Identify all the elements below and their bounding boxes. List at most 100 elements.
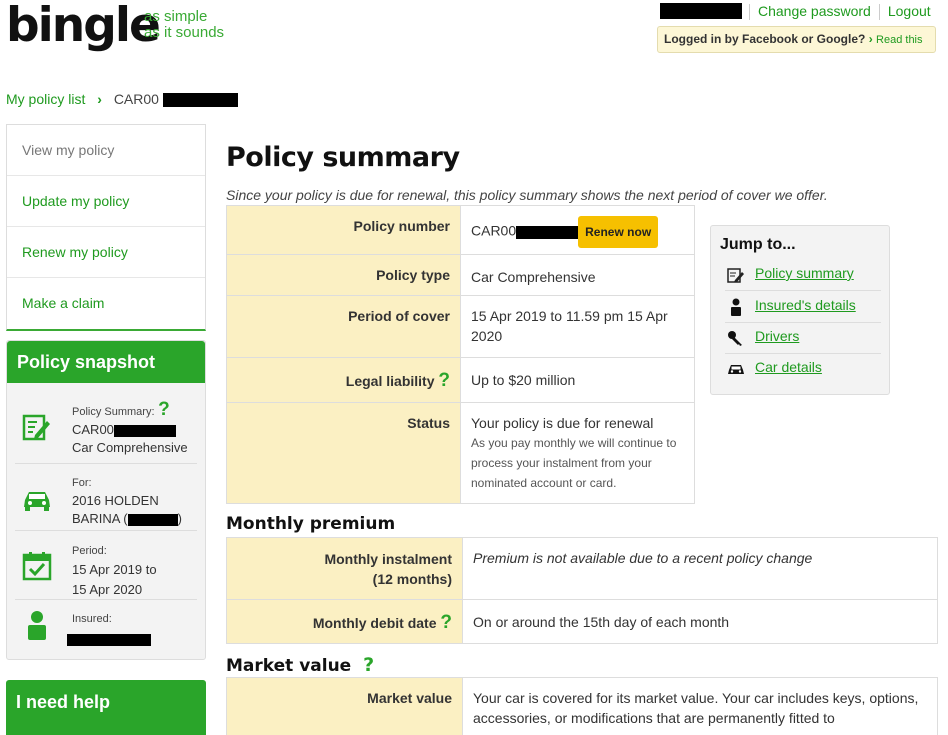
table-row: Legal liability ? Up to $20 million <box>226 357 695 403</box>
policy-nav: View my policy Update my policy Renew my… <box>6 124 206 331</box>
nav-update-policy[interactable]: Update my policy <box>7 176 205 227</box>
chevron-right-icon: › <box>868 32 873 46</box>
tagline-line-2: as it sounds <box>144 24 225 41</box>
table-row: Policy type Car Comprehensive <box>226 254 695 296</box>
person-icon <box>731 298 741 316</box>
jump-policy-summary-link[interactable]: Policy summary <box>755 265 854 281</box>
renewal-intro: Since your policy is due for renewal, th… <box>226 187 828 203</box>
key-icon <box>728 331 742 346</box>
help-icon[interactable]: ? <box>440 612 452 633</box>
snapshot-period-line1: 15 Apr 2019 to <box>72 562 157 577</box>
policy-number-cell: CAR00 Renew now <box>460 205 695 255</box>
snapshot-vehicle-close: ) <box>177 511 182 526</box>
table-row: Period of cover 15 Apr 2019 to 11.59 pm … <box>226 295 695 358</box>
market-value-table: Market value Your car is covered for its… <box>226 677 938 735</box>
breadcrumb-policy-list[interactable]: My policy list <box>6 91 85 107</box>
snapshot-policy-type: Car Comprehensive <box>72 440 188 455</box>
social-login-text: Logged in by Facebook or Google? <box>664 32 866 46</box>
liability-value: Up to $20 million <box>460 357 695 403</box>
redaction-bar <box>67 633 151 646</box>
change-password-link[interactable]: Change password <box>758 3 871 19</box>
snapshot-period: Period: 15 Apr 2019 to 15 Apr 2020 <box>15 532 197 600</box>
tagline-line-1: as simple <box>144 8 208 25</box>
monthly-premium-table: Monthly instalment (12 months) Premium i… <box>226 537 938 644</box>
edit-icon <box>22 414 50 441</box>
instalment-value: Premium is not available due to a recent… <box>462 537 938 600</box>
liability-label: Legal liability <box>345 373 435 389</box>
table-row: Monthly debit date ? On or around the 15… <box>226 599 938 644</box>
debit-value: On or around the 15th day of each month <box>462 599 938 644</box>
snapshot-policy-number: CAR00 <box>72 422 114 437</box>
snapshot-summary: Policy Summary: ? CAR00 Car Comprehensiv… <box>15 391 197 464</box>
nav-view-policy[interactable]: View my policy <box>7 125 205 176</box>
liability-label-cell: Legal liability ? <box>226 357 461 403</box>
car-icon <box>24 492 50 511</box>
snapshot-vehicle-line2: BARINA ( <box>72 511 128 526</box>
help-icon[interactable]: ? <box>438 370 450 391</box>
snapshot-vehicle: For: 2016 HOLDEN BARINA () <box>15 465 197 531</box>
market-value-text: Your car is covered for its market value… <box>462 677 938 735</box>
breadcrumb-current: CAR00 <box>113 91 159 107</box>
logout-link[interactable]: Logout <box>888 3 931 19</box>
jump-link-row: Drivers <box>725 323 881 354</box>
instalment-label-months: (12 months) <box>372 571 452 587</box>
breadcrumb: My policy list › CAR00 <box>6 91 238 108</box>
policy-summary-table: Policy number CAR00 Renew now Policy type… <box>226 205 695 504</box>
snapshot-summary-label: Policy Summary: <box>72 406 155 418</box>
bingle-logo[interactable]: bingle <box>6 0 161 52</box>
jump-link-row: Car details <box>725 354 881 385</box>
policy-number-label: Policy number <box>226 205 461 255</box>
monthly-premium-heading: Monthly premium <box>226 514 396 534</box>
person-icon <box>28 611 46 640</box>
policy-type-value: Car Comprehensive <box>460 254 695 296</box>
status-label: Status <box>226 402 461 504</box>
edit-icon <box>727 268 744 283</box>
tagline: as simple as it sounds <box>144 9 224 41</box>
page-title: Policy summary <box>226 142 460 173</box>
debit-label: Monthly debit date <box>312 615 437 631</box>
instalment-label-cell: Monthly instalment (12 months) <box>226 537 463 600</box>
status-cell: Your policy is due for renewal As you pa… <box>460 402 695 504</box>
snapshot-period-label: Period: <box>72 545 107 557</box>
read-this-link[interactable]: Read this <box>876 34 922 46</box>
redaction-bar <box>516 225 579 239</box>
redaction-bar <box>162 93 238 108</box>
top-links: Change password Logout <box>749 3 931 21</box>
jump-car-details-link[interactable]: Car details <box>755 359 822 375</box>
chevron-right-icon: › <box>97 91 102 107</box>
snapshot-period-line2: 15 Apr 2020 <box>72 582 143 597</box>
jump-drivers-link[interactable]: Drivers <box>755 328 799 344</box>
table-row: Status Your policy is due for renewal As… <box>226 402 695 504</box>
policy-snapshot-panel: Policy snapshot Policy Summary: ? CAR00 … <box>6 340 206 660</box>
redaction-bar <box>113 424 176 437</box>
need-help-panel[interactable]: I need help <box>6 680 206 735</box>
market-value-label: Market value <box>226 677 463 735</box>
renew-now-button[interactable]: Renew now <box>578 216 659 248</box>
social-login-notice: Logged in by Facebook or Google? › Read … <box>657 26 936 53</box>
calendar-icon <box>22 552 52 581</box>
snapshot-insured: Insured: <box>15 601 197 651</box>
jump-insured-details-link[interactable]: Insured's details <box>755 297 856 313</box>
snapshot-for-label: For: <box>72 477 92 489</box>
redaction-bar <box>127 513 178 526</box>
market-value-heading: Market value ? <box>226 654 374 676</box>
status-note: As you pay monthly we will continue to p… <box>471 436 677 490</box>
policy-number-value: CAR00 <box>471 222 517 239</box>
table-row: Policy number CAR00 Renew now <box>226 205 695 255</box>
table-row: Market value Your car is covered for its… <box>226 677 938 735</box>
period-label: Period of cover <box>226 295 461 358</box>
redacted-username <box>660 3 742 19</box>
policy-type-label: Policy type <box>226 254 461 296</box>
snapshot-insured-label: Insured: <box>72 613 112 625</box>
status-value: Your policy is due for renewal <box>471 415 654 431</box>
help-icon[interactable]: ? <box>363 654 374 676</box>
jump-link-row: Insured's details <box>725 292 881 323</box>
help-icon[interactable]: ? <box>158 399 170 420</box>
jump-link-row: Policy summary <box>725 260 881 291</box>
jump-to-panel: Jump to... Policy summary Insured's deta… <box>710 225 890 395</box>
car-icon <box>728 365 744 374</box>
table-row: Monthly instalment (12 months) Premium i… <box>226 537 938 600</box>
period-value: 15 Apr 2019 to 11.59 pm 15 Apr 2020 <box>460 295 695 358</box>
nav-make-claim[interactable]: Make a claim <box>7 278 205 329</box>
nav-renew-policy[interactable]: Renew my policy <box>7 227 205 278</box>
